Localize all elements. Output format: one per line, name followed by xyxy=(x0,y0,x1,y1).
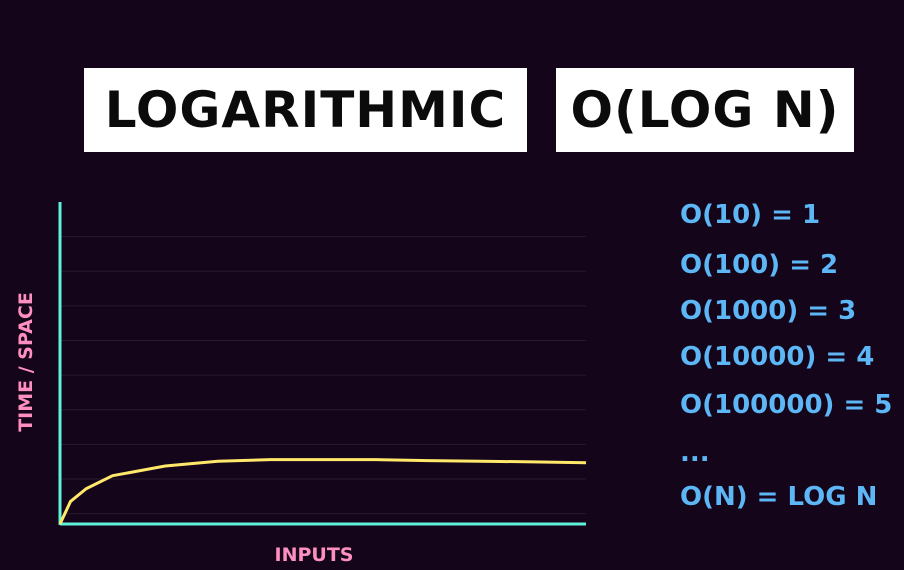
formula-line: O(1000) = 3 xyxy=(680,296,857,326)
formula-line: O(10000) = 4 xyxy=(680,342,875,372)
complexity-chart: TIME / SPACE INPUTS xyxy=(0,190,640,570)
formula-line: O(10) = 1 xyxy=(680,200,821,230)
x-axis-label: INPUTS xyxy=(275,544,354,566)
complexity-chart-svg: TIME / SPACE INPUTS xyxy=(15,202,587,566)
y-axis-label: TIME / SPACE xyxy=(15,292,37,432)
formula-ellipsis: ... xyxy=(680,438,710,468)
title-big-o-notation: O(LOG N) xyxy=(556,68,854,152)
formula-line: O(100000) = 5 xyxy=(680,390,893,420)
formula-line: O(100) = 2 xyxy=(680,250,839,280)
logarithmic-curve xyxy=(58,458,587,525)
title-logarithmic-text: LOGARITHMIC xyxy=(104,81,507,139)
title-logarithmic: LOGARITHMIC xyxy=(84,68,527,152)
formula-line: O(N) = LOG N xyxy=(680,482,878,512)
title-big-o-notation-text: O(LOG N) xyxy=(570,81,840,139)
